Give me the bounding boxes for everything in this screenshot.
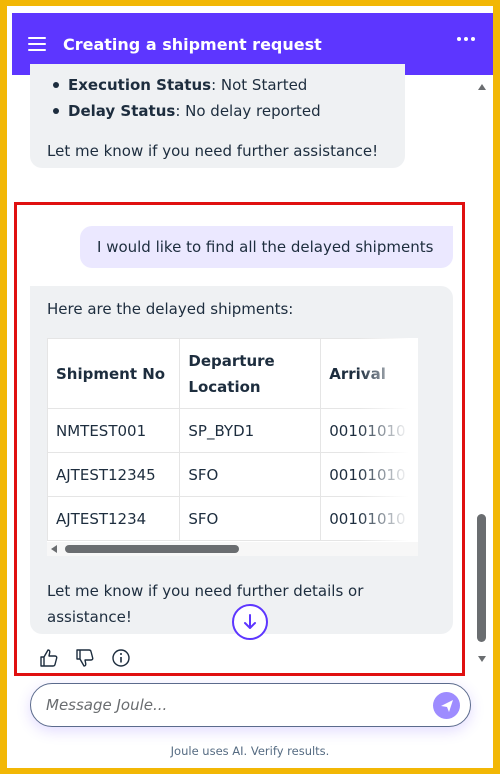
- previous-closing-text: Let me know if you need further assistan…: [47, 142, 379, 160]
- page-title: Creating a shipment request: [63, 34, 322, 54]
- send-icon: [440, 699, 453, 712]
- scrollbar-thumb[interactable]: [477, 514, 486, 642]
- send-button[interactable]: [433, 692, 460, 719]
- vertical-scrollbar[interactable]: [476, 76, 488, 676]
- scroll-down-arrow-icon[interactable]: [478, 656, 486, 662]
- scroll-up-arrow-icon[interactable]: [478, 84, 486, 90]
- more-options-icon[interactable]: [457, 37, 475, 41]
- message-input[interactable]: [46, 692, 416, 718]
- list-item: Delay Status: No delay reported: [53, 98, 321, 124]
- highlight-box: [14, 202, 465, 676]
- previous-bot-message: Execution Status: Not Started Delay Stat…: [30, 64, 405, 168]
- menu-icon[interactable]: [28, 37, 46, 51]
- message-composer: [30, 683, 471, 727]
- status-list: Execution Status: Not Started Delay Stat…: [53, 72, 321, 124]
- ai-disclaimer: Joule uses AI. Verify results.: [170, 744, 330, 758]
- list-item: Execution Status: Not Started: [53, 72, 321, 98]
